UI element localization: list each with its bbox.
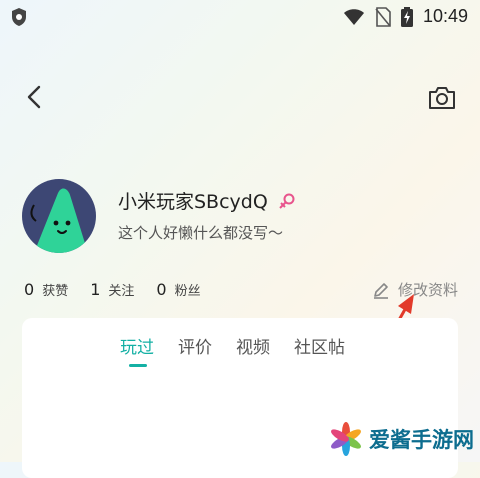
female-icon: [279, 193, 295, 209]
stat-label: 关注: [108, 284, 135, 299]
camera-icon: [429, 87, 455, 109]
watermark-text: 爱酱手游网: [369, 428, 474, 452]
stat-likes[interactable]: 0 获赞: [24, 280, 68, 299]
status-time: 10:49: [422, 6, 468, 26]
username: 小米玩家SBcydQ: [118, 191, 268, 213]
no-sim-icon: [375, 6, 391, 27]
shield-icon: [12, 8, 26, 26]
stat-label: 获赞: [42, 284, 69, 299]
tab-posts[interactable]: 社区帖: [294, 333, 345, 358]
watermark: 爱酱手游网: [329, 422, 474, 456]
tab-reviews[interactable]: 评价: [178, 333, 212, 358]
username-row: 小米玩家SBcydQ: [118, 187, 296, 214]
tab-played[interactable]: 玩过: [120, 333, 154, 358]
stat-label: 粉丝: [174, 284, 201, 299]
camera-button[interactable]: [428, 86, 456, 110]
wifi-icon: [343, 8, 364, 25]
stat-count: 0: [156, 280, 167, 299]
bio: 这个人好懒什么都没写～: [118, 224, 284, 242]
stat-count: 0: [24, 280, 35, 299]
stat-followers[interactable]: 0 粉丝: [156, 280, 200, 299]
watermark-logo-icon: [331, 422, 361, 456]
stats-row: 0 获赞 1 关注 0 粉丝: [24, 280, 223, 299]
stat-following[interactable]: 1 关注: [90, 280, 134, 299]
chevron-left-icon: [27, 85, 41, 109]
battery-charging-icon: [400, 6, 413, 27]
profile-tabs: 玩过 评价 视频 社区帖: [120, 333, 345, 358]
tab-videos[interactable]: 视频: [236, 333, 270, 358]
active-tab-indicator: [129, 364, 147, 367]
avatar-figure: [30, 188, 88, 253]
stat-count: 1: [90, 280, 101, 299]
back-button[interactable]: [22, 84, 48, 110]
avatar[interactable]: [22, 179, 96, 253]
status-bar: 10:49: [0, 0, 480, 34]
